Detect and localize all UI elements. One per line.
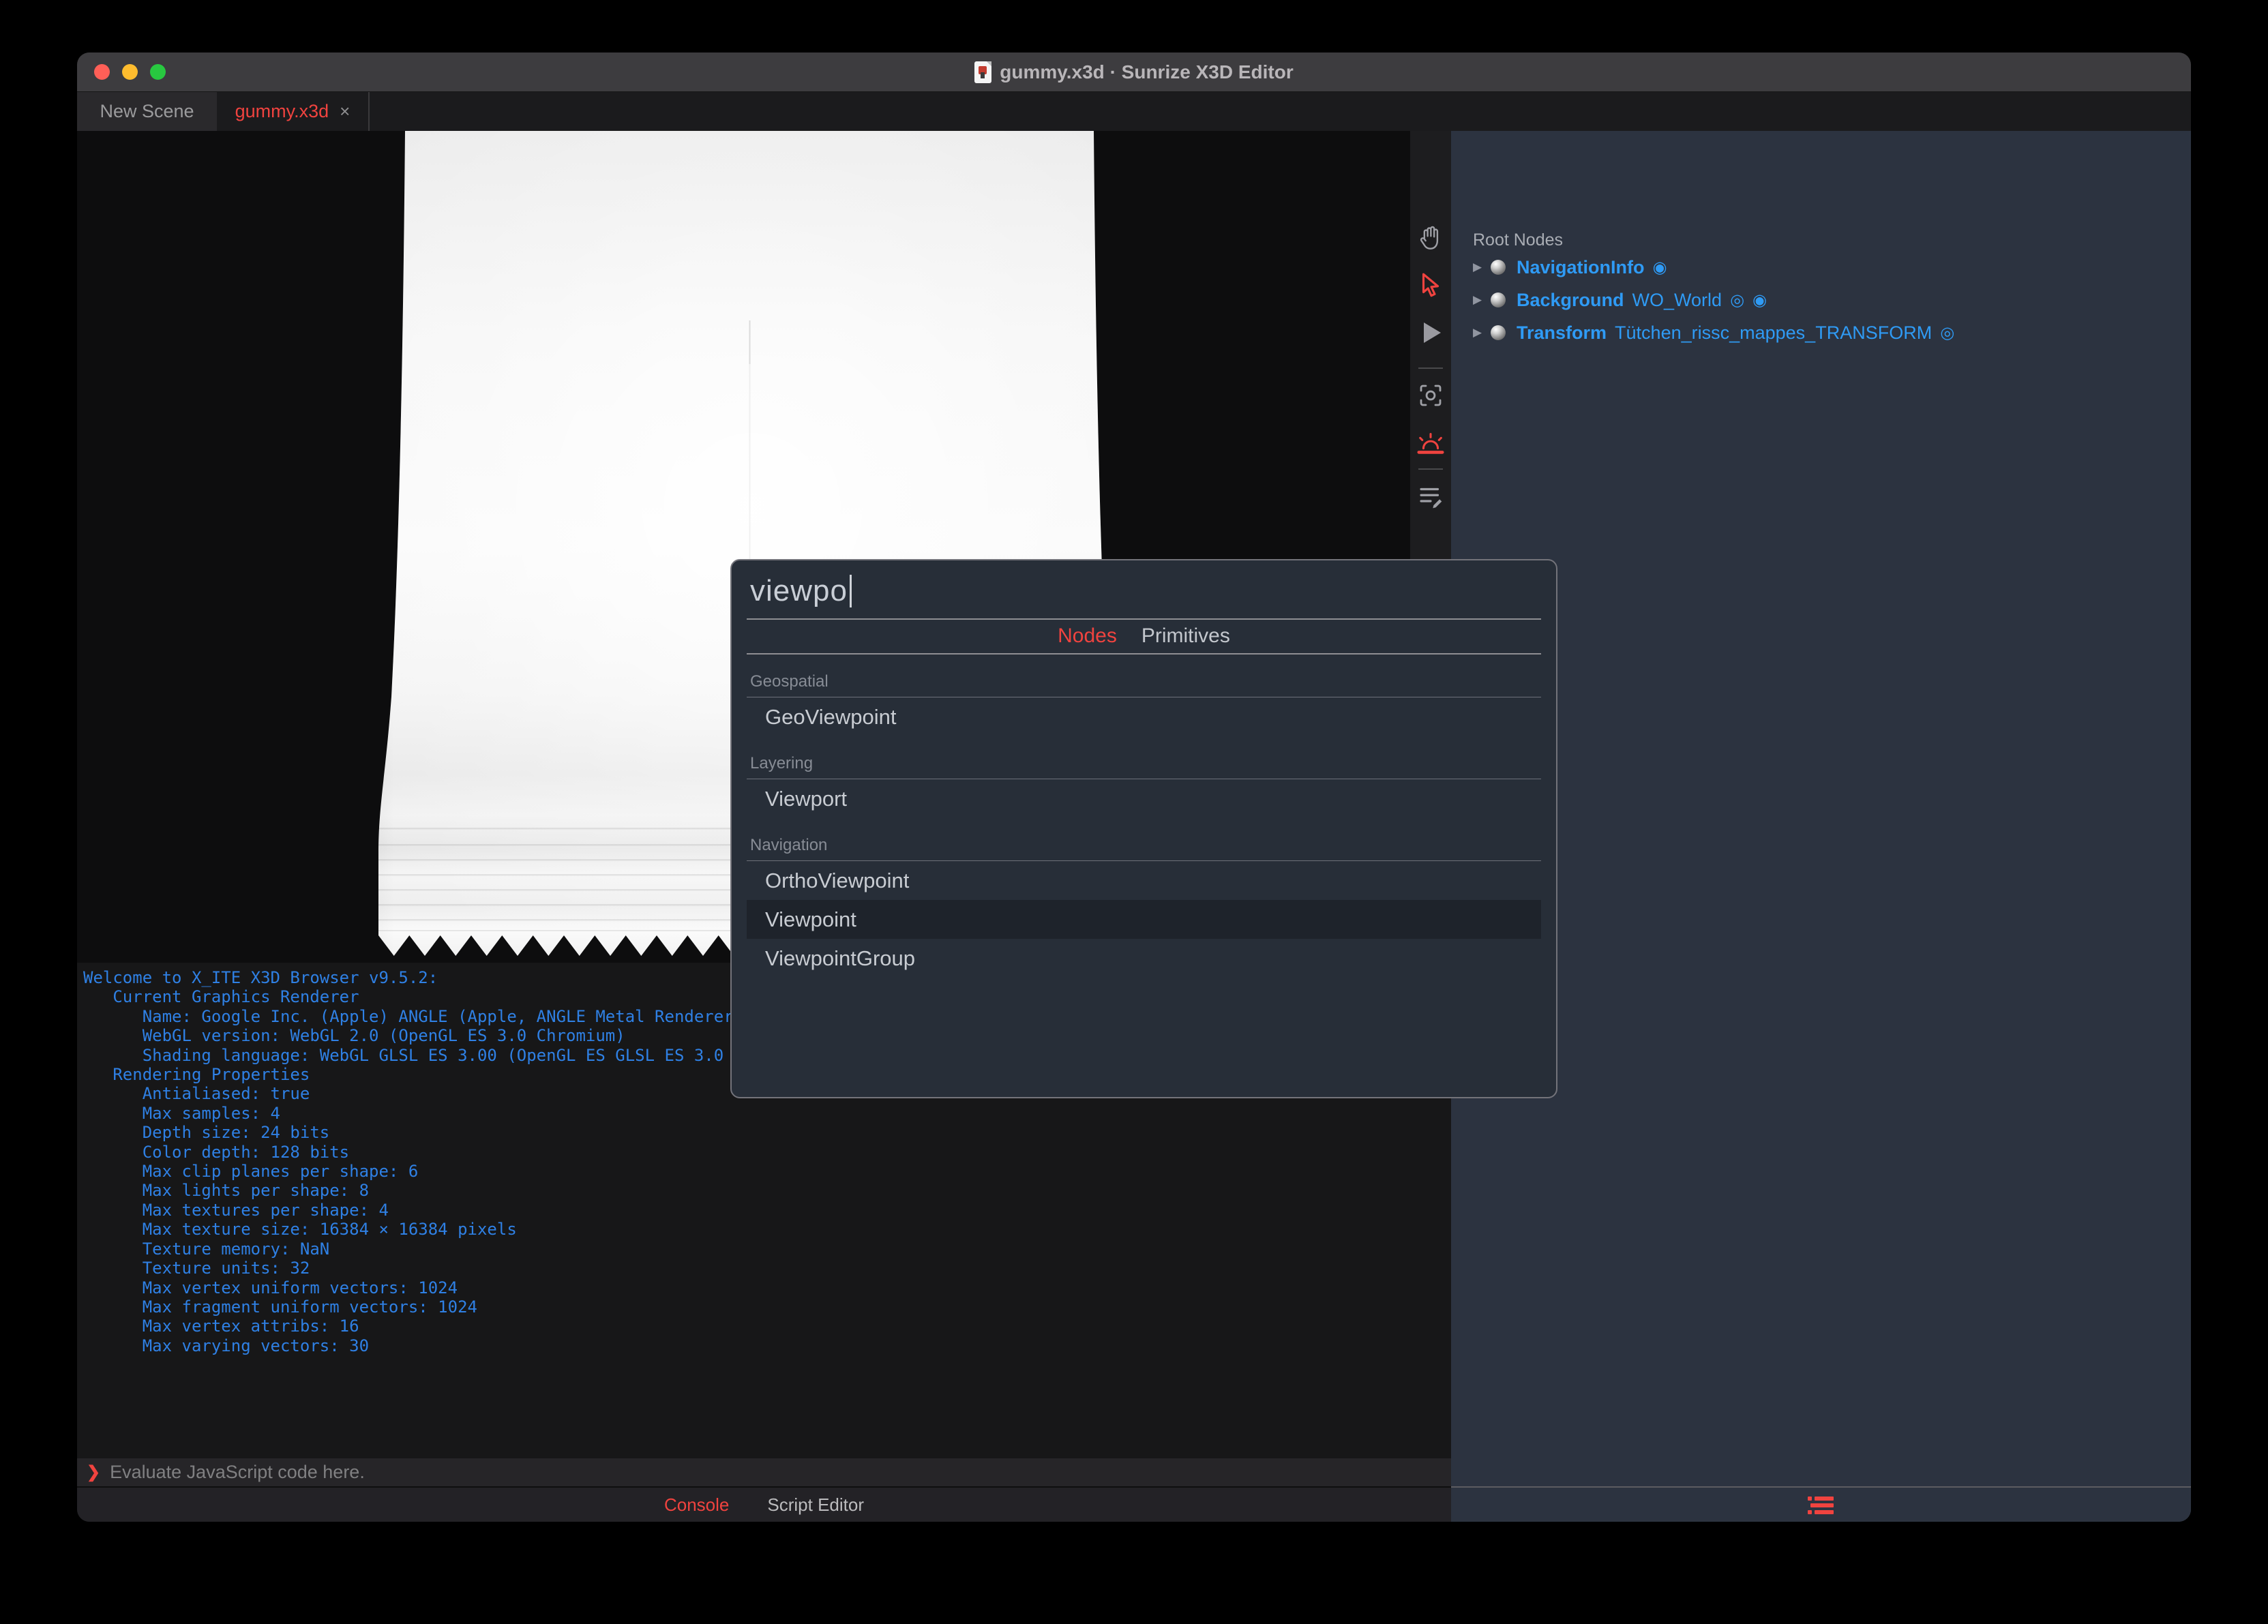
- expand-chevron-icon[interactable]: ▶: [1473, 260, 1491, 274]
- section-label: Geospatial: [750, 672, 829, 691]
- search-result-item[interactable]: ViewpointGroup: [747, 939, 1541, 978]
- node-sphere-icon: [1491, 292, 1506, 307]
- console-line: Max textures per shape: 4: [83, 1200, 389, 1220]
- node-type-label: Transform: [1517, 322, 1607, 343]
- search-result-item[interactable]: OrthoViewpoint: [747, 861, 1541, 900]
- app-window: gummy.x3d · Sunrize X3D Editor New Scene…: [77, 52, 2191, 1522]
- console-line: Antialiased: true: [83, 1084, 310, 1104]
- console-line: Color depth: 128 bits: [83, 1142, 350, 1162]
- hand-tool-icon[interactable]: [1410, 220, 1451, 258]
- window-title: gummy.x3d · Sunrize X3D Editor: [1000, 61, 1294, 82]
- console-line: Max lights per shape: 8: [83, 1181, 370, 1201]
- select-tool-icon[interactable]: [1410, 266, 1451, 304]
- tab-primitives[interactable]: Primitives: [1142, 625, 1230, 648]
- frame-view-icon[interactable]: [1410, 376, 1451, 415]
- node-search-input[interactable]: viewpo: [750, 574, 852, 608]
- console-line: Max vertex attribs: 16: [83, 1317, 359, 1336]
- expand-chevron-icon[interactable]: ▶: [1473, 293, 1491, 307]
- bind-icon[interactable]: ◉: [1653, 258, 1667, 277]
- close-tab-icon[interactable]: ×: [340, 101, 350, 122]
- expand-chevron-icon[interactable]: ▶: [1473, 326, 1491, 340]
- text-caret: [849, 575, 852, 607]
- console-input[interactable]: ❯ Evaluate JavaScript code here.: [77, 1458, 1451, 1488]
- node-search-dialog: viewpo Nodes Primitives Geospatial GeoVie…: [730, 559, 1557, 1098]
- script-editor-icon[interactable]: [1410, 477, 1451, 515]
- outline-header: Root Nodes: [1473, 230, 1564, 250]
- tab-gummy-x3d[interactable]: gummy.x3d ×: [217, 92, 370, 131]
- console-line: Max varying vectors: 30: [83, 1336, 370, 1355]
- outline-bottombar: [1451, 1486, 2191, 1522]
- tab-new-scene[interactable]: New Scene: [77, 92, 217, 131]
- search-query-text: viewpo: [750, 574, 848, 607]
- bind-icon[interactable]: ◉: [1752, 290, 1767, 310]
- console-line: Shading language: WebGL GLSL ES 3.00 (Op…: [83, 1045, 813, 1065]
- console-line: Max clip planes per shape: 6: [83, 1162, 419, 1182]
- console-line: Name: Google Inc. (Apple) ANGLE (Apple, …: [83, 1006, 803, 1026]
- section-label: Layering: [750, 754, 814, 772]
- toolbar-divider: [1418, 468, 1443, 470]
- tab-label: gummy.x3d: [235, 101, 329, 121]
- outline-panel: Root Nodes ▶ NavigationInfo ◉ ▶ Background WO…: [1451, 131, 2191, 1522]
- tab-console[interactable]: Console: [664, 1494, 729, 1516]
- node-name-label: Tütchen_rissc_mappes_TRANSFORM: [1615, 322, 1933, 343]
- console-line: Max texture size: 16384 × 16384 pixels: [83, 1220, 517, 1239]
- console-line: Max fragment uniform vectors: 1024: [83, 1297, 477, 1317]
- search-result-item[interactable]: Viewport: [747, 779, 1541, 818]
- outline-node-row[interactable]: ▶ Transform Tütchen_rissc_mappes_TRANSFORM…: [1451, 316, 2191, 349]
- dialog-tabs: Nodes Primitives: [732, 620, 1556, 652]
- close-window-button[interactable]: [94, 64, 110, 80]
- tab-nodes[interactable]: Nodes: [1058, 625, 1117, 648]
- dialog-divider: [747, 618, 1541, 620]
- play-icon[interactable]: [1410, 314, 1451, 352]
- section-label: Navigation: [750, 836, 828, 854]
- minimize-window-button[interactable]: [122, 64, 138, 80]
- node-sphere-icon: [1491, 325, 1506, 340]
- titlebar: gummy.x3d · Sunrize X3D Editor: [77, 52, 2191, 92]
- console-line: Max vertex uniform vectors: 1024: [83, 1278, 458, 1297]
- screen: gummy.x3d · Sunrize X3D Editor New Scene…: [0, 0, 2268, 1624]
- console-line: Rendering Properties: [83, 1065, 310, 1085]
- console-line: WebGL version: WebGL 2.0 (OpenGL ES 3.0 …: [83, 1026, 625, 1046]
- toolbar-divider: [1418, 367, 1443, 369]
- search-result-item[interactable]: Viewpoint: [747, 900, 1541, 939]
- sunrise-light-icon[interactable]: [1410, 424, 1451, 462]
- console-line: Welcome to X_ITE X3D Browser v9.5.2:: [83, 968, 438, 987]
- node-name-label: WO_World: [1632, 289, 1722, 310]
- console-line: Max samples: 4: [83, 1103, 280, 1123]
- tabbar: New Scene gummy.x3d ×: [77, 92, 2191, 131]
- visibility-icon[interactable]: ◎: [1730, 290, 1744, 310]
- console-line: Texture units: 32: [83, 1259, 310, 1278]
- node-type-label: Background: [1517, 289, 1624, 310]
- prompt-chevron-icon: ❯: [87, 1463, 101, 1482]
- node-tree: ▶ NavigationInfo ◉ ▶ Background WO_World ◎ ◉ ▶ Tr…: [1451, 251, 2191, 349]
- search-results-list: Geospatial GeoViewpoint Layering Viewport Na…: [732, 655, 1556, 978]
- search-result-item[interactable]: GeoViewpoint: [747, 697, 1541, 736]
- console-tabbar: Console Script Editor: [77, 1488, 1451, 1522]
- node-list-icon[interactable]: [1807, 1494, 1835, 1517]
- outline-node-row[interactable]: ▶ NavigationInfo ◉: [1451, 251, 2191, 284]
- console-line: Texture memory: NaN: [83, 1239, 330, 1259]
- node-type-label: NavigationInfo: [1517, 256, 1645, 277]
- document-icon: [974, 61, 992, 83]
- outline-node-row[interactable]: ▶ Background WO_World ◎ ◉: [1451, 284, 2191, 316]
- console-input-placeholder: Evaluate JavaScript code here.: [110, 1462, 365, 1482]
- zoom-window-button[interactable]: [150, 64, 166, 80]
- node-sphere-icon: [1491, 260, 1506, 275]
- console-line: Current Graphics Renderer: [83, 987, 359, 1007]
- tab-script-editor[interactable]: Script Editor: [767, 1494, 864, 1516]
- console-line: Depth size: 24 bits: [83, 1123, 330, 1143]
- visibility-icon[interactable]: ◎: [1940, 323, 1954, 342]
- tab-label: New Scene: [100, 101, 194, 121]
